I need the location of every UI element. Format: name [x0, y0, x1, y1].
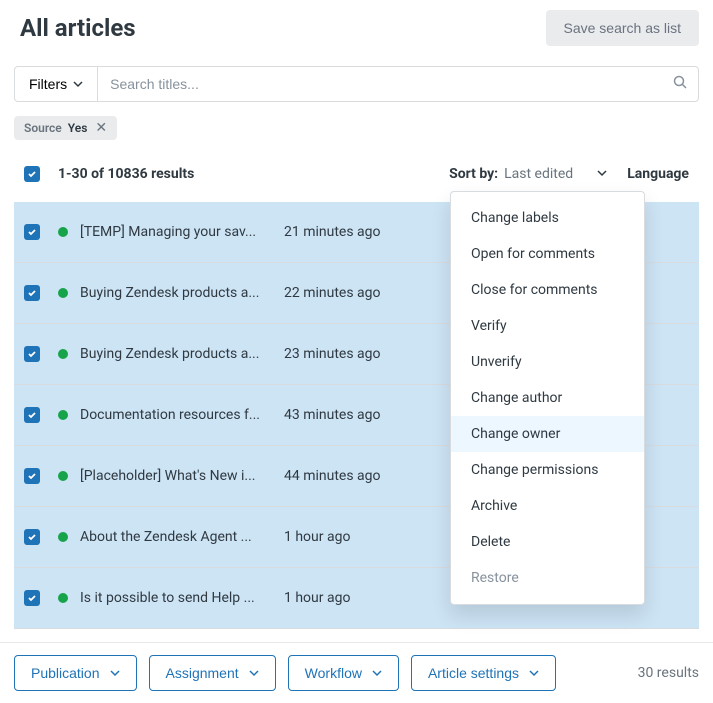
article-settings-button[interactable]: Article settings — [411, 655, 556, 691]
search-wrap — [98, 66, 699, 102]
menu-item-change-owner[interactable]: Change owner — [451, 416, 644, 452]
menu-item-restore: Restore — [451, 560, 644, 596]
article-time: 21 minutes ago — [284, 224, 381, 240]
workflow-button[interactable]: Workflow — [288, 655, 399, 691]
chevron-down-icon — [110, 665, 120, 681]
row-checkbox[interactable] — [24, 590, 40, 606]
filter-chip-source[interactable]: Source Yes ✕ — [14, 116, 117, 140]
filters-label: Filters — [29, 76, 67, 92]
sort-value: Last edited — [504, 166, 573, 182]
chevron-down-icon[interactable] — [597, 166, 607, 182]
chevron-down-icon — [73, 76, 83, 92]
bulk-action-footer: Publication Assignment Workflow Article … — [0, 642, 713, 703]
sort-label: Sort by: — [449, 166, 498, 182]
menu-item-change-labels[interactable]: Change labels — [451, 200, 644, 236]
article-time: 1 hour ago — [284, 529, 350, 545]
filters-button[interactable]: Filters — [14, 66, 98, 102]
status-dot-icon — [58, 593, 68, 603]
article-title: About the Zendesk Agent ... — [80, 529, 270, 545]
chevron-down-icon — [249, 665, 259, 681]
menu-item-change-permissions[interactable]: Change permissions — [451, 452, 644, 488]
sort-dropdown[interactable]: Sort by: Last edited — [449, 166, 573, 182]
menu-item-delete[interactable]: Delete — [451, 524, 644, 560]
article-time: 1 hour ago — [284, 590, 350, 606]
header: All articles Save search as list — [14, 10, 699, 46]
menu-item-change-author[interactable]: Change author — [451, 380, 644, 416]
status-dot-icon — [58, 349, 68, 359]
article-title: Buying Zendesk products a... — [80, 285, 270, 301]
chip-value: Yes — [68, 121, 88, 135]
status-dot-icon — [58, 410, 68, 420]
filter-search-row: Filters — [14, 66, 699, 102]
results-count: 1-30 of 10836 results — [58, 166, 449, 182]
article-title: [TEMP] Managing your sav... — [80, 224, 270, 240]
search-icon — [673, 75, 687, 93]
page-title: All articles — [14, 14, 136, 42]
status-dot-icon — [58, 227, 68, 237]
assignment-button[interactable]: Assignment — [149, 655, 276, 691]
status-dot-icon — [58, 288, 68, 298]
row-checkbox[interactable] — [24, 529, 40, 545]
article-time: 22 minutes ago — [284, 285, 381, 301]
language-column-header: Language — [627, 166, 689, 182]
row-checkbox[interactable] — [24, 407, 40, 423]
article-title: Is it possible to send Help ... — [80, 590, 270, 606]
chevron-down-icon — [529, 665, 539, 681]
menu-item-verify[interactable]: Verify — [451, 308, 644, 344]
row-checkbox[interactable] — [24, 285, 40, 301]
row-checkbox[interactable] — [24, 224, 40, 240]
status-dot-icon — [58, 471, 68, 481]
status-dot-icon — [58, 532, 68, 542]
search-input[interactable] — [98, 66, 699, 102]
publication-button[interactable]: Publication — [14, 655, 137, 691]
chip-key: Source — [24, 121, 62, 135]
menu-item-close-for-comments[interactable]: Close for comments — [451, 272, 644, 308]
article-title: Documentation resources f... — [80, 407, 270, 423]
article-settings-menu: Change labelsOpen for commentsClose for … — [450, 191, 645, 605]
publication-label: Publication — [31, 665, 100, 681]
select-all-checkbox[interactable] — [24, 166, 40, 182]
article-title: [Placeholder] What's New i... — [80, 468, 270, 484]
save-search-button[interactable]: Save search as list — [546, 10, 700, 46]
footer-results-count: 30 results — [638, 665, 699, 681]
menu-item-open-for-comments[interactable]: Open for comments — [451, 236, 644, 272]
row-checkbox[interactable] — [24, 346, 40, 362]
workflow-label: Workflow — [305, 665, 362, 681]
close-icon[interactable]: ✕ — [95, 121, 107, 135]
menu-item-unverify[interactable]: Unverify — [451, 344, 644, 380]
row-checkbox[interactable] — [24, 468, 40, 484]
menu-item-archive[interactable]: Archive — [451, 488, 644, 524]
article-time: 43 minutes ago — [284, 407, 381, 423]
article-title: Buying Zendesk products a... — [80, 346, 270, 362]
assignment-label: Assignment — [166, 665, 239, 681]
article-time: 44 minutes ago — [284, 468, 381, 484]
article-settings-label: Article settings — [428, 665, 519, 681]
article-time: 23 minutes ago — [284, 346, 381, 362]
chevron-down-icon — [372, 665, 382, 681]
